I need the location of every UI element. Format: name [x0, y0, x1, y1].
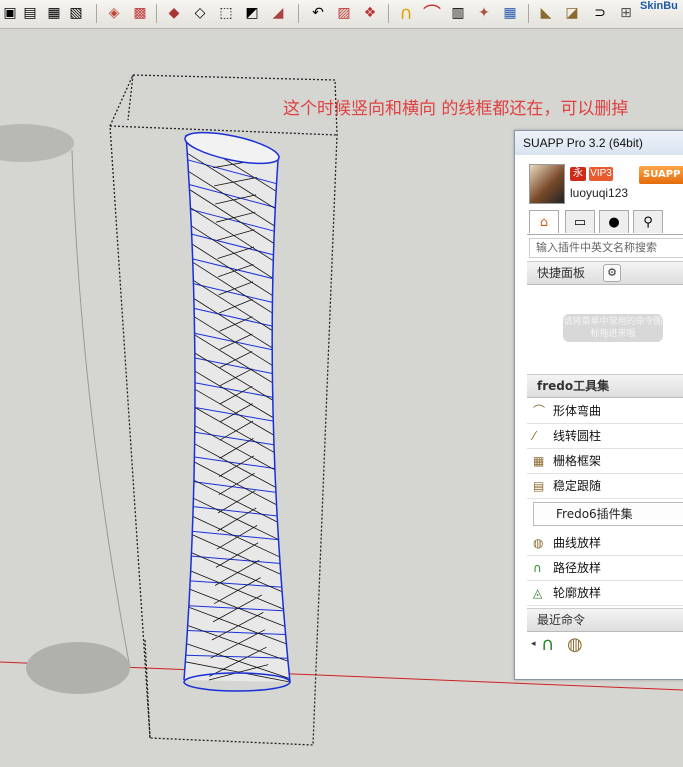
suapp-panel[interactable]: SUAPP Pro 3.2 (64bit) 永 VIP3 SUAPP 3 luo… — [514, 130, 683, 680]
arc-icon[interactable]: ▨ — [334, 3, 354, 23]
recent-commands-row: ◂ ∩ ◍ — [527, 630, 683, 664]
fredo-item-shape-bend[interactable]: ⌒ 形体弯曲 — [527, 399, 683, 424]
item-label: 轮廓放样 — [553, 586, 602, 600]
follow-icon: ▤ — [533, 479, 545, 493]
fredo-item-stable-follow[interactable]: ▤ 稳定跟随 — [527, 474, 683, 499]
permanent-badge: 永 — [570, 167, 586, 181]
item-label: 栅格框架 — [553, 454, 602, 468]
vip-badge: VIP3 — [589, 167, 613, 181]
fredo6-dropdown[interactable]: Fredo6插件集 ∨ — [533, 502, 683, 526]
home-tab-icon[interactable]: ⌂ — [529, 210, 559, 233]
push-pull-icon[interactable]: ∩ — [396, 3, 416, 24]
move-icon[interactable]: ⌒ — [422, 3, 442, 25]
curve-loft-icon[interactable]: ◍ — [567, 634, 583, 655]
user-row: 永 VIP3 SUAPP 3 luoyuqi123 — [527, 156, 683, 208]
zoom-icon[interactable]: ⬚ — [216, 3, 236, 23]
frame-icon[interactable]: ⊞ — [616, 3, 636, 23]
bend-icon: ⌒ — [533, 404, 546, 418]
walk-icon[interactable]: ◩ — [242, 3, 262, 23]
eraser-icon[interactable]: ◈ — [104, 3, 124, 23]
plugin-search-input[interactable]: 输入插件中英文名称搜索 — [529, 238, 683, 258]
twisted-tower — [183, 131, 291, 692]
toolbar-separator — [528, 4, 529, 23]
skin-builder-label[interactable]: SkinBu — [640, 0, 678, 12]
lattice-icon: ▦ — [533, 454, 545, 468]
user-tab-icon[interactable]: ● — [599, 210, 629, 233]
search-tab-icon[interactable]: ⚲ — [633, 210, 663, 233]
fredo-item-lattice-frame[interactable]: ▦ 栅格框架 — [527, 449, 683, 474]
quick-panel-label: 快捷面板 — [537, 266, 586, 280]
item-label: 形体弯曲 — [553, 404, 602, 418]
lattice-icon[interactable]: ◪ — [562, 3, 582, 23]
orbit-icon[interactable]: ◆ — [164, 3, 184, 23]
grid-icon[interactable]: ▥ — [448, 3, 468, 23]
avatar[interactable] — [529, 164, 565, 204]
panel-tabs: ⌂ ▭ ● ⚲ — [527, 208, 683, 235]
select-icon[interactable]: ▤ — [20, 3, 40, 23]
bend-tool-icon[interactable]: ⊃ — [590, 3, 610, 23]
fredo-section-header[interactable]: fredo工具集 — [527, 374, 683, 398]
fredo6-item-profile-loft[interactable]: ◬ 轮廓放样 — [527, 581, 683, 606]
pipe-icon[interactable]: ◣ — [536, 3, 556, 23]
panel-body: 永 VIP3 SUAPP 3 luoyuqi123 ⌂ ▭ ● ⚲ 输入插件中英… — [527, 156, 683, 667]
item-label: 稳定跟随 — [553, 479, 602, 493]
group-icon[interactable]: ▧ — [66, 3, 86, 23]
ghost-top-ellipse — [0, 124, 74, 162]
ghost-bottom-ellipse — [26, 642, 130, 694]
toolbar-separator — [156, 4, 157, 23]
follow-icon[interactable]: ▦ — [500, 3, 520, 23]
quick-panel-header: 快捷面板 ⚙ — [527, 261, 683, 285]
item-label: 线转圆柱 — [553, 429, 602, 443]
paint-icon[interactable]: ▣ — [0, 3, 20, 23]
component-icon[interactable]: ▦ — [44, 3, 64, 23]
path-loft-icon: ∩ — [533, 561, 542, 575]
curve-loft-icon: ◍ — [533, 536, 544, 550]
item-label: 曲线放样 — [553, 536, 602, 550]
fredo6-item-curve-loft[interactable]: ◍ 曲线放样 — [527, 531, 683, 556]
pan-icon[interactable]: ◇ — [190, 3, 210, 23]
toolbar: ▣ ▤ ▦ ▧ ◈ ▩ ◆ ◇ ⬚ ◩ ◢ ↶ ▨ ❖ ∩ ⌒ ▥ ✦ ▦ ◣ … — [0, 0, 683, 29]
calendar-tab-icon[interactable]: ▭ — [565, 210, 595, 233]
tape-icon[interactable]: ▩ — [130, 3, 150, 23]
toolbar-separator — [388, 4, 389, 23]
item-label: 路径放样 — [553, 561, 602, 575]
bend-icon[interactable]: ✦ — [474, 3, 494, 23]
toolbar-separator — [298, 4, 299, 23]
undo-icon[interactable]: ↶ — [308, 3, 328, 23]
curve-icon[interactable]: ❖ — [360, 3, 380, 23]
gear-icon[interactable]: ⚙ — [603, 264, 621, 282]
recent-commands-header[interactable]: 最近命令 — [527, 608, 683, 632]
ghost-outline — [71, 149, 131, 669]
fredo6-item-path-loft[interactable]: ∩ 路径放样 — [527, 556, 683, 581]
panel-title: SUAPP Pro 3.2 (64bit) — [515, 131, 683, 155]
suapp-upgrade-button[interactable]: SUAPP 3 — [639, 166, 683, 184]
profile-loft-icon: ◬ — [533, 586, 543, 600]
fredo-item-line-to-cylinder[interactable]: ⁄ 线转圆柱 — [527, 424, 683, 449]
section-icon[interactable]: ◢ — [268, 3, 288, 23]
path-loft-icon[interactable]: ∩ — [541, 634, 554, 655]
fredo6-dropdown-label: Fredo6插件集 — [556, 507, 633, 521]
username: luoyuqi123 — [570, 186, 629, 200]
quick-panel-hint: 请将菜单中常用的命令图标拖进来哦 — [563, 314, 663, 342]
scroll-left-icon[interactable]: ◂ — [531, 639, 536, 649]
quick-panel-area[interactable]: 请将菜单中常用的命令图标拖进来哦 — [527, 288, 683, 372]
toolbar-separator — [96, 4, 97, 23]
annotation-text: 这个时候竖向和横向 的线框都还在，可以删掉 — [283, 99, 629, 119]
cylinder-icon: ⁄ — [533, 429, 536, 443]
